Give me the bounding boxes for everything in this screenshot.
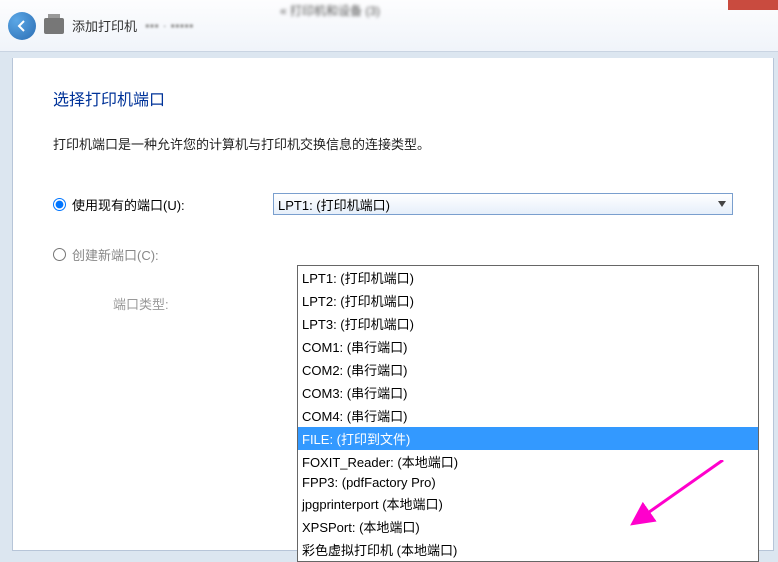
dropdown-item[interactable]: LPT3: (打印机端口) (298, 312, 758, 335)
use-existing-text: 使用现有的端口(U): (72, 195, 185, 214)
create-new-radio[interactable] (53, 248, 66, 261)
dropdown-item[interactable]: COM4: (串行端口) (298, 404, 758, 427)
dropdown-item[interactable]: COM3: (串行端口) (298, 381, 758, 404)
port-combo[interactable]: LPT1: (打印机端口) (273, 193, 733, 215)
breadcrumb: « 打印机和设备 (3) (280, 2, 380, 19)
port-dropdown-list[interactable]: LPT1: (打印机端口)LPT2: (打印机端口)LPT3: (打印机端口)C… (297, 265, 759, 562)
port-combo-value: LPT1: (打印机端口) (278, 195, 390, 214)
dropdown-item[interactable]: 彩色虚拟打印机 (本地端口) (298, 538, 758, 561)
chevron-down-icon (714, 196, 730, 212)
arrow-left-icon (15, 19, 29, 33)
wizard-header: 添加打印机 ▪▪▪ · ▪▪▪▪▪ (0, 0, 778, 52)
dialog-body: 选择打印机端口 打印机端口是一种允许您的计算机与打印机交换信息的连接类型。 使用… (12, 58, 774, 551)
create-new-text: 创建新端口(C): (72, 245, 159, 264)
port-type-label: 端口类型: (113, 294, 169, 313)
dropdown-item[interactable]: XPSPort: (本地端口) (298, 515, 758, 538)
dropdown-item[interactable]: LPT1: (打印机端口) (298, 266, 758, 289)
header-blur-text: ▪▪▪ · ▪▪▪▪▪ (145, 18, 193, 33)
dropdown-item[interactable]: LPT2: (打印机端口) (298, 289, 758, 312)
use-existing-radio[interactable] (53, 198, 66, 211)
create-new-label[interactable]: 创建新端口(C): (53, 245, 273, 264)
header-title: 添加打印机 (72, 16, 137, 35)
dropdown-item[interactable]: jpgprinterport (本地端口) (298, 492, 758, 515)
dropdown-item[interactable]: COM2: (串行端口) (298, 358, 758, 381)
option-create-new: 创建新端口(C): (53, 245, 733, 264)
dropdown-item[interactable]: FPP3: (pdfFactory Pro) (298, 473, 758, 492)
use-existing-label[interactable]: 使用现有的端口(U): (53, 195, 273, 214)
back-button[interactable] (8, 12, 36, 40)
option-use-existing: 使用现有的端口(U): LPT1: (打印机端口) (53, 193, 733, 215)
printer-icon (44, 18, 64, 34)
dropdown-item[interactable]: COM1: (串行端口) (298, 335, 758, 358)
dropdown-item[interactable]: FILE: (打印到文件) (298, 427, 758, 450)
dropdown-item[interactable]: FOXIT_Reader: (本地端口) (298, 450, 758, 473)
window-close-fragment (728, 0, 778, 10)
page-title: 选择打印机端口 (53, 86, 733, 110)
page-description: 打印机端口是一种允许您的计算机与打印机交换信息的连接类型。 (53, 134, 733, 153)
